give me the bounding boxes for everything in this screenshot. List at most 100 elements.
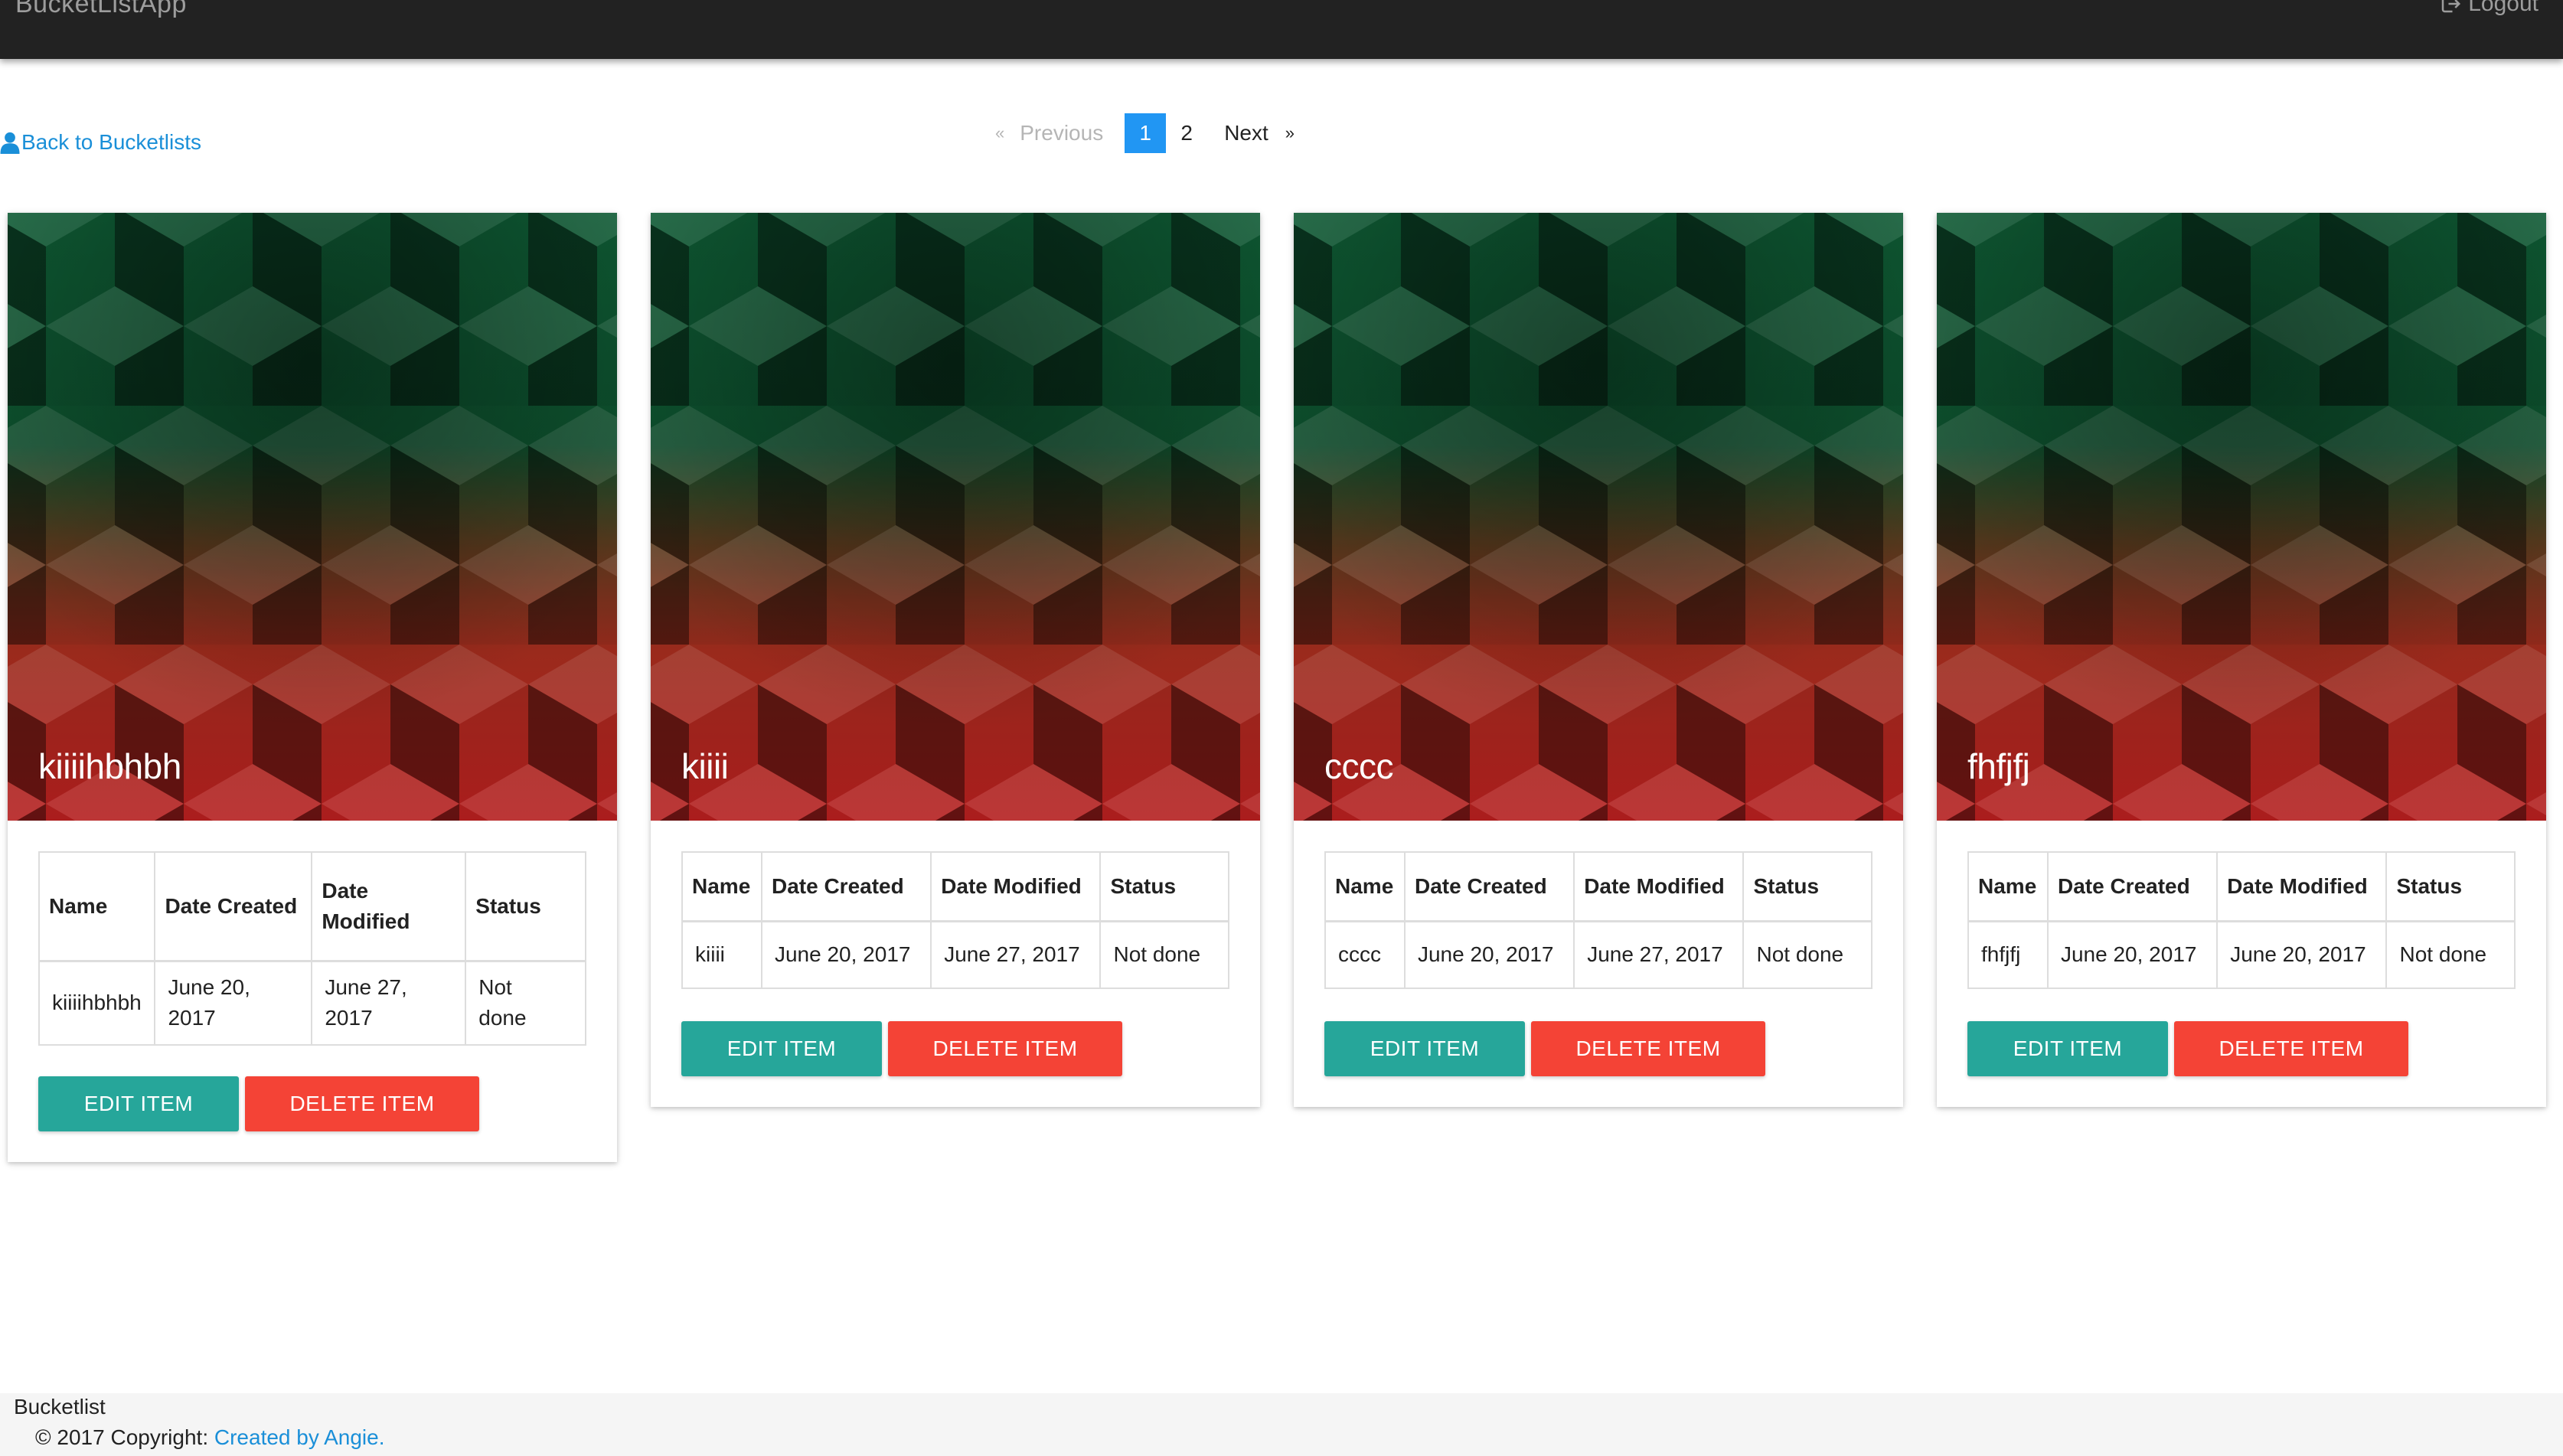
item-details-table: Name Date Created Date Modified Status cccc J… <box>1324 851 1872 989</box>
column-header-date-created: Date Created <box>760 851 932 922</box>
card-content: Name Date Created Date Modified Status kiiiih… <box>8 821 617 1162</box>
cell-status: Not done <box>2385 920 2516 989</box>
author-link[interactable]: Created by Angie. <box>214 1425 385 1449</box>
bucketlist-item-card: cccc Name Date Created Date Modified Status c… <box>1294 213 1903 1107</box>
card-content: Name Date Created Date Modified Status cccc J… <box>1294 821 1903 1107</box>
copyright-text: © 2017 Copyright: <box>35 1425 214 1449</box>
cube-pattern-image <box>651 213 1260 821</box>
table-header-row: Name Date Created Date Modified Status <box>1324 851 1872 922</box>
card-content: Name Date Created Date Modified Status fhfjf… <box>1937 821 2546 1107</box>
cell-status: Not done <box>465 960 586 1046</box>
card-title: kiiii <box>681 746 729 786</box>
column-header-name: Name <box>681 851 762 922</box>
bucketlist-item-card: fhfjfj Name Date Created Date Modified Statu… <box>1937 213 2546 1107</box>
cell-date-modified: June 27, 2017 <box>930 920 1102 989</box>
column-header-date-modified: Date Modified <box>930 851 1102 922</box>
chevron-right-icon: » <box>1285 123 1295 142</box>
page-footer: Bucketlist © 2017 Copyright: Created by … <box>0 1393 2563 1456</box>
card-image: cccc <box>1294 213 1903 821</box>
logout-icon <box>2441 0 2461 13</box>
edit-item-button[interactable]: EDIT ITEM <box>1324 1021 1525 1076</box>
column-header-status: Status <box>1099 851 1229 922</box>
table-row: kiiii June 20, 2017 June 27, 2017 Not done <box>681 920 1229 989</box>
card-image: kiiiihbhbh <box>8 213 617 821</box>
cell-name: kiiii <box>681 920 762 989</box>
item-details-table: Name Date Created Date Modified Status kiiii… <box>681 851 1229 989</box>
card-title: cccc <box>1324 746 1394 786</box>
item-details-table: Name Date Created Date Modified Status fhfjf… <box>1967 851 2516 989</box>
logout-button[interactable]: Logout <box>2439 0 2539 17</box>
cell-date-modified: June 20, 2017 <box>2216 920 2388 989</box>
cube-pattern-image <box>8 213 617 821</box>
card-image: fhfjfj <box>1937 213 2546 821</box>
table-header-row: Name Date Created Date Modified Status <box>681 851 1229 922</box>
cube-pattern-image <box>1294 213 1903 821</box>
column-header-date-modified: Date Modified <box>1573 851 1745 922</box>
bucketlist-item-card: kiiiihbhbh Name Date Created Date Modified St… <box>8 213 617 1162</box>
cell-name: cccc <box>1324 920 1406 989</box>
column-header-date-created: Date Created <box>1403 851 1575 922</box>
delete-item-button[interactable]: DELETE ITEM <box>888 1021 1122 1076</box>
table-row: fhfjfj June 20, 2017 June 20, 2017 Not done <box>1967 920 2516 989</box>
column-header-name: Name <box>1324 851 1406 922</box>
cell-date-created: June 20, 2017 <box>1403 920 1575 989</box>
column-header-status: Status <box>465 851 586 962</box>
card-title: fhfjfj <box>1967 746 2030 786</box>
edit-item-button[interactable]: EDIT ITEM <box>38 1076 239 1131</box>
edit-item-button[interactable]: EDIT ITEM <box>1967 1021 2168 1076</box>
column-header-name: Name <box>1967 851 2049 922</box>
footer-copyright: © 2017 Copyright: Created by Angie. <box>35 1425 384 1450</box>
bucketlist-item-card: kiiii Name Date Created Date Modified Status… <box>651 213 1260 1107</box>
delete-item-button[interactable]: DELETE ITEM <box>1531 1021 1765 1076</box>
cell-date-modified: June 27, 2017 <box>311 960 467 1046</box>
column-header-date-modified-part: Modified <box>322 909 410 933</box>
card-image: kiiii <box>651 213 1260 821</box>
cell-status: Not done <box>1742 920 1872 989</box>
edit-item-button[interactable]: EDIT ITEM <box>681 1021 882 1076</box>
next-label: Next <box>1224 121 1268 145</box>
card-actions: EDIT ITEM DELETE ITEM <box>1967 1021 2516 1076</box>
table-row: cccc June 20, 2017 June 27, 2017 Not done <box>1324 920 1872 989</box>
column-header-date-modified: Date Modified <box>2216 851 2388 922</box>
column-header-status: Status <box>2385 851 2516 922</box>
table-header-row: Name Date Created Date Modified Status <box>1967 851 2516 922</box>
cell-name: kiiiihbhbh <box>38 960 156 1046</box>
column-header-status: Status <box>1742 851 1872 922</box>
column-header-date-modified-part: Date <box>322 878 369 903</box>
cell-date-created: June 20, 2017 <box>760 920 932 989</box>
card-actions: EDIT ITEM DELETE ITEM <box>1324 1021 1872 1076</box>
item-details-table: Name Date Created Date Modified Status kiiiih… <box>38 851 586 1046</box>
top-navbar: BucketListApp Logout <box>0 0 2563 59</box>
card-actions: EDIT ITEM DELETE ITEM <box>38 1076 586 1131</box>
table-header-row: Name Date Created Date Modified Status <box>38 851 586 962</box>
column-header-name: Name <box>38 851 156 962</box>
previous-label: Previous <box>1020 121 1104 145</box>
card-title: kiiiihbhbh <box>38 746 181 786</box>
cell-date-modified: June 27, 2017 <box>1573 920 1745 989</box>
back-link-label: Back to Bucketlists <box>21 130 201 154</box>
column-header-date-created: Date Created <box>2046 851 2219 922</box>
column-header-date-created: Date Created <box>154 851 313 962</box>
user-icon <box>0 132 20 154</box>
page-2-button[interactable]: 2 <box>1166 113 1207 153</box>
cell-date-created: June 20, 2017 <box>2046 920 2219 989</box>
cube-pattern-image <box>1937 213 2546 821</box>
card-content: Name Date Created Date Modified Status kiiii… <box>651 821 1260 1107</box>
footer-title: Bucketlist <box>14 1395 106 1418</box>
pagination: « Previous 1 2 Next » <box>995 113 1295 153</box>
pagination-next[interactable]: Next » <box>1224 121 1295 145</box>
logout-label: Logout <box>2468 0 2539 16</box>
cell-date-created: June 20, 2017 <box>154 960 313 1046</box>
pagination-previous[interactable]: « Previous <box>995 121 1103 145</box>
table-row: kiiiihbhbh June 20, 2017 June 27, 2017 Not don… <box>38 960 586 1046</box>
delete-item-button[interactable]: DELETE ITEM <box>2174 1021 2408 1076</box>
column-header-date-modified: Date Modified <box>311 851 467 962</box>
brand-logo-text[interactable]: BucketListApp <box>15 0 187 19</box>
cell-name: fhfjfj <box>1967 920 2049 989</box>
delete-item-button[interactable]: DELETE ITEM <box>245 1076 479 1131</box>
page-1-button[interactable]: 1 <box>1125 113 1167 153</box>
cell-status: Not done <box>1099 920 1229 989</box>
chevron-left-icon: « <box>995 123 1005 142</box>
back-to-bucketlists-link[interactable]: Back to Bucketlists <box>0 130 201 155</box>
card-actions: EDIT ITEM DELETE ITEM <box>681 1021 1229 1076</box>
